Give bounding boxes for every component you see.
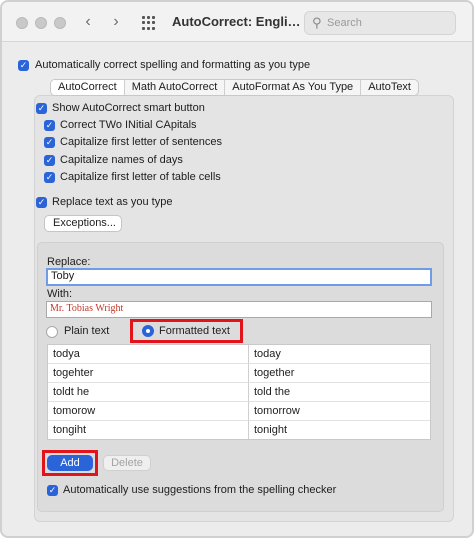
replace-cell: toldt he — [48, 383, 249, 402]
with-cell: told the — [249, 383, 430, 402]
auto-correct-label: Automatically correct spelling and forma… — [35, 59, 311, 71]
replace-text-checkbox[interactable]: ✓ — [36, 197, 47, 208]
replace-label: Replace: — [47, 256, 91, 268]
correct-two-initial-label: Correct TWo INitial CApitals — [60, 119, 197, 131]
with-cell: today — [249, 345, 430, 364]
with-label: With: — [47, 288, 73, 300]
table-row[interactable]: tomorow tomorrow — [48, 402, 430, 421]
table-row[interactable]: todya today — [48, 345, 430, 364]
tab-autocorrect[interactable]: AutoCorrect — [51, 80, 125, 95]
replace-text-label: Replace text as you type — [52, 196, 173, 208]
show-all-grid-icon[interactable] — [142, 16, 156, 30]
replace-cell: togehter — [48, 364, 249, 383]
autocorrect-window: ‹ › AutoCorrect: Engli… ⚲ ✓ Automaticall… — [0, 0, 474, 538]
with-input[interactable]: Mr. Tobias Wright — [46, 301, 432, 318]
capitalize-table-cells-label: Capitalize first letter of table cells — [60, 171, 221, 183]
exceptions-button[interactable]: Exceptions... — [44, 215, 122, 232]
table-row[interactable]: togehter together — [48, 364, 430, 383]
replace-cell: todya — [48, 345, 249, 364]
replace-cell: tongiht — [48, 421, 249, 439]
close-window-button[interactable] — [16, 17, 28, 29]
forward-arrow-icon[interactable]: › — [108, 12, 124, 32]
show-smart-button-label: Show AutoCorrect smart button — [52, 102, 205, 114]
formatted-text-label: Formatted text — [159, 325, 230, 337]
show-smart-button-checkbox[interactable]: ✓ — [36, 103, 47, 114]
table-row[interactable]: tongiht tonight — [48, 421, 430, 439]
title-bar: ‹ › AutoCorrect: Engli… ⚲ — [2, 2, 472, 42]
replace-cell: tomorow — [48, 402, 249, 421]
tab-autoformat-as-you-type[interactable]: AutoFormat As You Type — [225, 80, 362, 95]
tab-bar: AutoCorrect Math AutoCorrect AutoFormat … — [50, 79, 419, 96]
auto-correct-checkbox[interactable]: ✓ — [18, 60, 29, 71]
delete-button[interactable]: Delete — [103, 455, 151, 471]
search-box[interactable]: ⚲ — [304, 11, 456, 35]
capitalize-days-label: Capitalize names of days — [60, 154, 183, 166]
back-arrow-icon[interactable]: ‹ — [80, 12, 96, 32]
capitalize-sentences-label: Capitalize first letter of sentences — [60, 136, 223, 148]
tab-autotext[interactable]: AutoText — [361, 80, 418, 95]
correct-two-initial-checkbox[interactable]: ✓ — [44, 120, 55, 131]
capitalize-sentences-checkbox[interactable]: ✓ — [44, 137, 55, 148]
with-cell: tonight — [249, 421, 430, 439]
auto-suggestions-label: Automatically use suggestions from the s… — [63, 484, 337, 496]
capitalize-days-checkbox[interactable]: ✓ — [44, 155, 55, 166]
with-cell: together — [249, 364, 430, 383]
capitalize-table-cells-checkbox[interactable]: ✓ — [44, 172, 55, 183]
replacement-table[interactable]: todya today togehter together toldt he t… — [47, 344, 431, 440]
tab-math-autocorrect[interactable]: Math AutoCorrect — [125, 80, 226, 95]
plain-text-label: Plain text — [64, 325, 110, 337]
replace-input[interactable]: Toby — [46, 268, 432, 286]
auto-suggestions-checkbox[interactable]: ✓ — [47, 485, 58, 496]
formatted-text-radio[interactable] — [142, 325, 154, 337]
table-row[interactable]: toldt he told the — [48, 383, 430, 402]
with-cell: tomorrow — [249, 402, 430, 421]
add-button[interactable]: Add — [47, 455, 93, 471]
plain-text-radio[interactable] — [46, 326, 58, 338]
search-icon: ⚲ — [312, 15, 322, 30]
search-input[interactable] — [327, 15, 451, 31]
zoom-window-button[interactable] — [54, 17, 66, 29]
minimize-window-button[interactable] — [35, 17, 47, 29]
window-title: AutoCorrect: Engli… — [172, 14, 300, 29]
